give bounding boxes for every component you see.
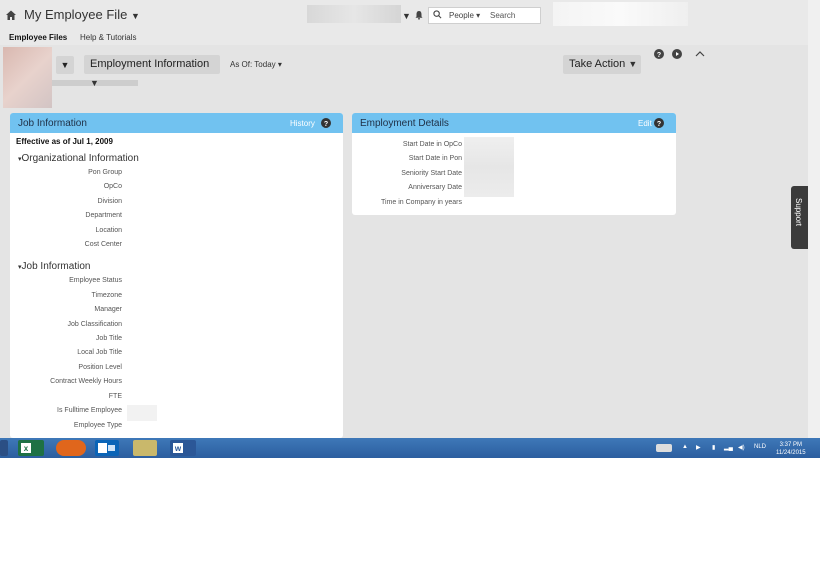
panel-title: Employment Details (360, 118, 449, 129)
svg-text:?: ? (657, 52, 661, 59)
take-action-label: Take Action (569, 58, 626, 70)
field-label: Start Date in Pon (408, 155, 462, 162)
section-title: Job Information (21, 261, 91, 272)
section-toggle-organizational[interactable]: ▾Organizational Information (18, 153, 139, 164)
history-link[interactable]: History (290, 119, 315, 128)
field-label: Contract Weekly Hours (50, 378, 122, 385)
battery-icon[interactable]: ▮ (712, 444, 715, 451)
section-title: Organizational Information (21, 153, 139, 164)
edit-link[interactable]: Edit (638, 119, 652, 128)
help-icon[interactable]: ? (654, 118, 664, 128)
chevron-down-icon: ▼ (130, 11, 140, 21)
user-menu-chevron-icon[interactable]: ▼ (402, 11, 411, 21)
clock-time: 3:37 PM (779, 442, 802, 448)
firefox-icon[interactable] (56, 440, 86, 456)
app-title: My Employee File (24, 7, 128, 22)
svg-text:x: x (24, 444, 29, 453)
clock-date: 11/24/2015 (776, 450, 806, 456)
field-label: Seniority Start Date (401, 170, 462, 177)
start-button[interactable] (0, 440, 8, 456)
help-icon[interactable]: ? (321, 118, 331, 128)
panel-header: Job Information History ? (10, 113, 343, 133)
search-bar[interactable]: People ▾ Search (428, 7, 541, 24)
svg-text:w: w (174, 444, 182, 453)
chevron-down-icon: ▼ (90, 78, 99, 88)
chevron-down-icon: ▾ (476, 11, 481, 20)
as-of-label: As Of: Today (230, 60, 276, 69)
section-toggle-job[interactable]: ▾Job Information (18, 261, 90, 272)
signal-icon[interactable]: ▂▄ (724, 444, 733, 451)
field-label: Job Title (95, 335, 122, 342)
field-label: Time in Company in years (380, 199, 462, 206)
tray-arrow-icon[interactable]: ▲ (682, 444, 688, 450)
system-clock[interactable]: 3:37 PM 11/24/2015 (776, 441, 806, 457)
flag-icon[interactable]: ▶ (696, 444, 701, 451)
search-icon (433, 10, 442, 19)
search-scope: People (449, 11, 474, 20)
field-label: FTE (108, 393, 122, 400)
effective-date: Effective as of Jul 1, 2009 (16, 137, 113, 146)
field-label: Pon Group (88, 169, 122, 176)
support-label: Support (794, 198, 803, 227)
redacted-logo-area (553, 2, 688, 26)
word-icon[interactable]: w (170, 440, 196, 456)
page-scrollbar[interactable]: ⌃ ⌄ (808, 0, 820, 438)
field-label: Start Date in OpCo (402, 141, 462, 148)
field-label: Cost Center (84, 241, 122, 248)
collapse-icon[interactable] (695, 50, 705, 58)
employee-menu-button[interactable]: ▼ (56, 56, 74, 74)
avatar (3, 47, 52, 108)
outlook-icon[interactable] (95, 440, 119, 456)
field-label: Job Classification (67, 321, 122, 328)
employment-details-panel: Employment Details Edit ? Start Date in … (352, 113, 676, 215)
excel-icon[interactable]: x (18, 440, 44, 456)
field-label: Department (85, 212, 122, 219)
as-of-dropdown[interactable]: As Of: Today ▾ (230, 60, 282, 69)
nav-employee-files[interactable]: Employee Files (9, 33, 67, 42)
app-title-dropdown[interactable]: My Employee File ▼ (24, 7, 140, 22)
language-indicator[interactable]: NLD (754, 444, 766, 450)
job-information-panel: Job Information History ? Effective as o… (10, 113, 343, 438)
chevron-down-icon: ▼ (628, 59, 638, 69)
svg-text:?: ? (657, 121, 661, 128)
chevron-down-icon: ▾ (277, 60, 282, 69)
field-label: Anniversary Date (408, 184, 462, 191)
field-label: Position Level (78, 364, 122, 371)
redacted-value (127, 405, 157, 421)
redacted-user-name (307, 5, 401, 23)
bell-icon[interactable] (414, 10, 424, 20)
field-label: Is Fulltime Employee (57, 407, 122, 414)
field-label: Employee Type (73, 422, 122, 429)
sub-navigation: Employee Files Help & Tutorials (0, 30, 808, 45)
field-label: Employee Status (69, 277, 122, 284)
panel-header: Employment Details Edit ? (352, 113, 676, 133)
volume-icon[interactable]: ◀) (738, 444, 745, 451)
file-explorer-icon[interactable] (133, 440, 157, 456)
nav-help-tutorials[interactable]: Help & Tutorials (80, 33, 136, 42)
chevron-down-icon: ▼ (60, 60, 70, 70)
search-input[interactable]: Search (490, 11, 515, 20)
home-icon[interactable] (5, 9, 17, 21)
svg-text:?: ? (324, 121, 328, 128)
field-label: Manager (94, 306, 122, 313)
keyboard-icon[interactable] (656, 444, 672, 452)
field-label: Location (95, 227, 122, 234)
panel-title: Job Information (18, 118, 87, 129)
play-icon[interactable] (672, 49, 682, 59)
support-tab[interactable]: Support (791, 186, 808, 249)
section-dropdown-label: Employment Information (90, 58, 210, 70)
field-label: Timezone (91, 292, 122, 299)
take-action-button[interactable]: Take Action ▼ (563, 55, 641, 74)
redacted-values (464, 137, 514, 197)
section-dropdown[interactable]: Employment Information ▼ (84, 55, 220, 88)
app-window: My Employee File ▼ ▼ People ▾ Search ⌃ ⌄… (0, 0, 820, 438)
field-label: Division (97, 198, 122, 205)
top-bar: My Employee File ▼ ▼ People ▾ Search (0, 0, 808, 30)
search-scope-dropdown[interactable]: People ▾ (449, 11, 480, 20)
field-label: OpCo (103, 183, 122, 190)
help-icon[interactable]: ? (654, 49, 664, 59)
field-label: Local Job Title (77, 349, 122, 356)
taskbar: x w ▲ ▶ ▮ ▂▄ ◀) NLD (0, 438, 820, 458)
